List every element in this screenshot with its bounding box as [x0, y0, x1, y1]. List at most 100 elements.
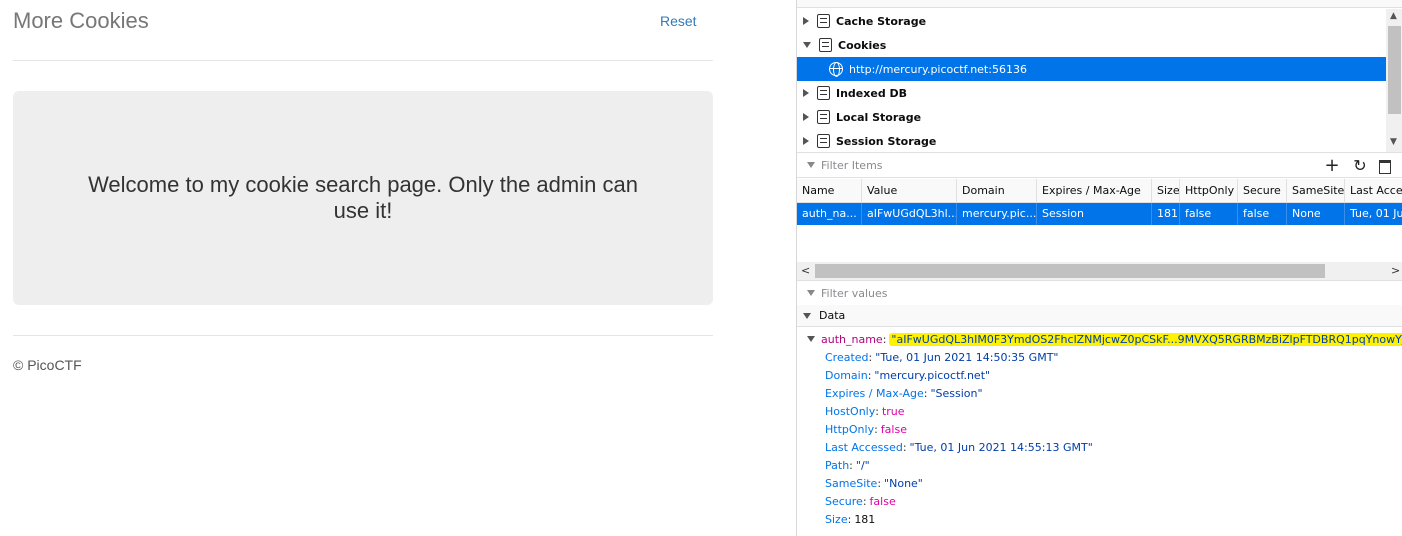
expand-arrow-icon[interactable] — [803, 113, 809, 121]
data-value: "Session" — [930, 386, 983, 400]
tree-vertical-scrollbar[interactable]: ▲ ▼ — [1386, 9, 1402, 152]
tree-item-cookie-host[interactable]: http://mercury.picoctf.net:56136 — [797, 57, 1386, 81]
scroll-left-icon[interactable]: < — [801, 264, 810, 277]
tree-item-label: Session Storage — [836, 134, 937, 148]
data-value: "mercury.picoctf.net" — [874, 368, 991, 382]
data-field-row[interactable]: Expires / Max-Age: "Session" — [797, 384, 1402, 402]
column-header[interactable]: Last Accessed — [1345, 179, 1402, 202]
welcome-text: Welcome to my cookie search page. Only t… — [88, 172, 638, 223]
refresh-icon[interactable]: ↻ — [1351, 157, 1369, 175]
data-separator: : — [847, 512, 852, 526]
globe-icon — [829, 62, 843, 77]
data-separator: : — [877, 476, 882, 490]
data-field-row[interactable]: HttpOnly: false — [797, 420, 1402, 438]
data-field-row[interactable]: SameSite: "None" — [797, 474, 1402, 492]
tree-item-session-storage[interactable]: Session Storage — [797, 129, 1386, 153]
data-value: "None" — [884, 476, 923, 490]
plus-icon[interactable]: + — [1323, 157, 1341, 175]
scrollbar-thumb[interactable] — [815, 264, 1325, 278]
data-value: "Tue, 01 Jun 2021 14:55:13 GMT" — [909, 440, 1093, 454]
data-separator: : — [923, 386, 928, 400]
data-value: "Tue, 01 Jun 2021 14:50:35 GMT" — [875, 350, 1059, 364]
collapse-arrow-icon[interactable] — [807, 336, 815, 342]
data-field-row[interactable]: Secure: false — [797, 492, 1402, 510]
column-header[interactable]: Size — [1152, 179, 1180, 202]
filter-icon — [807, 162, 815, 168]
scroll-up-icon[interactable]: ▲ — [1390, 11, 1397, 21]
scroll-down-icon[interactable]: ▼ — [1390, 137, 1397, 147]
storage-db-icon — [817, 86, 830, 100]
cookie-value-highlight[interactable]: "aIFwUGdQL3hIM0F3YmdOS2FhclZNMjcwZ0pCSkF… — [889, 332, 1402, 346]
data-key: Size — [825, 512, 848, 526]
data-separator: : — [875, 404, 879, 418]
cell-name[interactable]: auth_na... — [797, 203, 862, 225]
scroll-right-icon[interactable]: > — [1391, 264, 1400, 277]
filter-items-bar: Filter Items + ↻ — [797, 152, 1402, 178]
expand-arrow-icon[interactable] — [803, 137, 809, 145]
storage-db-icon — [817, 14, 830, 28]
collapse-arrow-icon[interactable] — [803, 42, 811, 48]
header-divider — [13, 60, 713, 61]
data-separator: : — [874, 422, 878, 436]
cookie-data-tree: auth_name : "aIFwUGdQL3hIM0F3YmdOS2FhclZ… — [797, 330, 1402, 528]
table-header: Name Value Domain Expires / Max-Age Size… — [797, 179, 1402, 203]
filter-icon — [807, 290, 815, 296]
cell-last-accessed[interactable]: Tue, 01 Jun — [1345, 203, 1402, 225]
data-separator: : — [882, 332, 887, 346]
tree-item-cache-storage[interactable]: Cache Storage — [797, 9, 1386, 33]
data-key: auth_name — [821, 332, 883, 346]
data-field-row[interactable]: Size: 181 — [797, 510, 1402, 528]
data-value: false — [869, 494, 896, 508]
cell-domain[interactable]: mercury.pic... — [957, 203, 1037, 225]
data-field-row[interactable]: Path: "/" — [797, 456, 1402, 474]
data-separator: : — [867, 368, 872, 382]
tree-item-label: Cookies — [838, 38, 887, 52]
column-header[interactable]: SameSite — [1287, 179, 1345, 202]
tree-item-label: Cache Storage — [836, 14, 927, 28]
data-separator: : — [868, 350, 873, 364]
cell-size[interactable]: 181 — [1152, 203, 1180, 225]
data-section-title: Data — [819, 309, 846, 322]
data-section-header[interactable]: Data — [797, 305, 1402, 327]
scrollbar-thumb[interactable] — [1388, 26, 1401, 114]
cookie-table: Name Value Domain Expires / Max-Age Size… — [797, 179, 1402, 225]
data-root-row[interactable]: auth_name : "aIFwUGdQL3hIM0F3YmdOS2FhclZ… — [797, 330, 1402, 348]
cell-value[interactable]: aIFwUGdQL3hl... — [862, 203, 957, 225]
reset-link[interactable]: Reset — [660, 13, 697, 29]
collapse-arrow-icon[interactable] — [803, 312, 811, 319]
column-header[interactable]: Name — [797, 179, 862, 202]
filter-items-input[interactable]: Filter Items — [821, 159, 883, 172]
data-key: SameSite — [825, 476, 878, 490]
data-field-row[interactable]: Created: "Tue, 01 Jun 2021 14:50:35 GMT" — [797, 348, 1402, 366]
storage-db-icon — [817, 134, 830, 148]
cell-samesite[interactable]: None — [1287, 203, 1345, 225]
delete-all-icon[interactable] — [1379, 160, 1391, 174]
column-header[interactable]: Domain — [957, 179, 1037, 202]
data-value: 181 — [854, 512, 876, 526]
column-header[interactable]: Secure — [1238, 179, 1287, 202]
expand-arrow-icon[interactable] — [803, 17, 809, 25]
table-row[interactable]: auth_na... aIFwUGdQL3hl... mercury.pic..… — [797, 203, 1402, 225]
filter-values-input[interactable]: Filter values — [821, 287, 888, 300]
column-header[interactable]: HttpOnly — [1180, 179, 1238, 202]
data-field-row[interactable]: HostOnly: true — [797, 402, 1402, 420]
data-separator: : — [849, 458, 853, 472]
column-header[interactable]: Value — [862, 179, 957, 202]
tree-item-label: Indexed DB — [836, 86, 908, 100]
footer-divider — [13, 335, 713, 336]
tree-item-cookies[interactable]: Cookies — [797, 33, 1386, 57]
data-separator: : — [902, 440, 907, 454]
cell-expires[interactable]: Session — [1037, 203, 1152, 225]
data-field-row[interactable]: Last Accessed: "Tue, 01 Jun 2021 14:55:1… — [797, 438, 1402, 456]
site-title: More Cookies — [13, 8, 149, 33]
cell-secure[interactable]: false — [1238, 203, 1287, 225]
cell-httponly[interactable]: false — [1180, 203, 1238, 225]
table-horizontal-scrollbar[interactable]: < > — [797, 262, 1402, 280]
data-field-row[interactable]: Domain: "mercury.picoctf.net" — [797, 366, 1402, 384]
expand-arrow-icon[interactable] — [803, 89, 809, 97]
data-key: Expires / Max-Age — [825, 386, 924, 400]
tree-item-local-storage[interactable]: Local Storage — [797, 105, 1386, 129]
column-header[interactable]: Expires / Max-Age — [1037, 179, 1152, 202]
data-value: false — [880, 422, 907, 436]
tree-item-indexed-db[interactable]: Indexed DB — [797, 81, 1386, 105]
